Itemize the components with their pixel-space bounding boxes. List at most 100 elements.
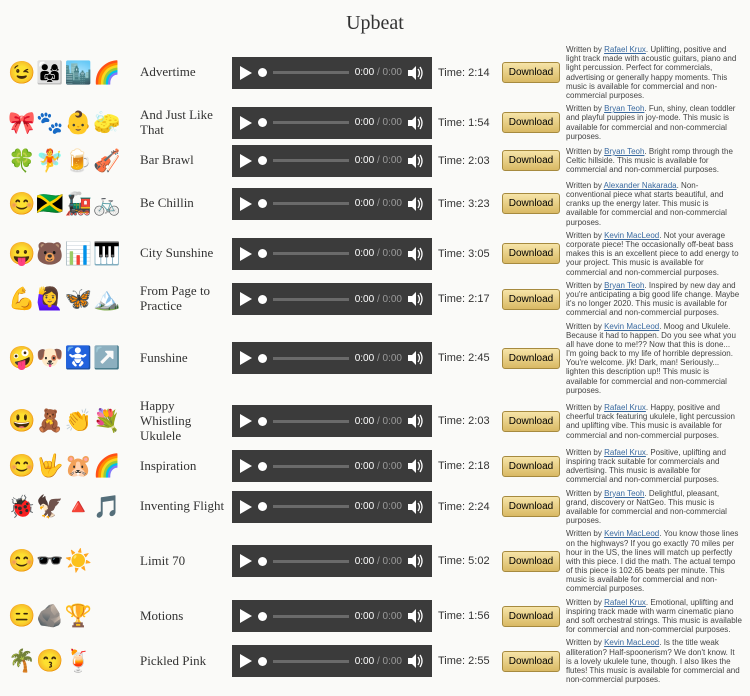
progress-handle[interactable] <box>258 612 267 621</box>
author-link[interactable]: Alexander Nakarada <box>604 181 677 190</box>
progress-bar[interactable] <box>273 71 349 74</box>
play-icon[interactable] <box>240 609 252 623</box>
volume-icon[interactable] <box>408 459 424 473</box>
volume-icon[interactable] <box>408 654 424 668</box>
audio-player[interactable]: 0:00 / 0:00 <box>232 405 432 437</box>
volume-icon[interactable] <box>408 197 424 211</box>
author-link[interactable]: Bryan Teoh <box>604 104 644 113</box>
author-link[interactable]: Kevin MacLeod <box>604 322 659 331</box>
progress-handle[interactable] <box>258 295 267 304</box>
progress-handle[interactable] <box>258 417 267 426</box>
author-link[interactable]: Rafael Krux <box>604 598 646 607</box>
download-button[interactable]: Download <box>502 348 560 369</box>
player-time: 0:00 / 0:00 <box>355 501 402 512</box>
audio-player[interactable]: 0:00 / 0:00 <box>232 57 432 89</box>
progress-handle[interactable] <box>258 557 267 566</box>
progress-bar[interactable] <box>273 465 349 468</box>
play-icon[interactable] <box>240 197 252 211</box>
progress-bar[interactable] <box>273 202 349 205</box>
progress-handle[interactable] <box>258 118 267 127</box>
audio-player[interactable]: 0:00 / 0:00 <box>232 238 432 270</box>
track-description: Written by Rafael Krux. Positive, uplift… <box>566 448 742 485</box>
track-title: Funshine <box>140 351 226 366</box>
play-icon[interactable] <box>240 654 252 668</box>
author-link[interactable]: Kevin MacLeod <box>604 638 659 647</box>
audio-player[interactable]: 0:00 / 0:00 <box>232 645 432 677</box>
progress-handle[interactable] <box>258 199 267 208</box>
author-link[interactable]: Rafael Krux <box>604 403 646 412</box>
progress-handle[interactable] <box>258 68 267 77</box>
progress-bar[interactable] <box>273 560 349 563</box>
track-row: 😊🤟🐹🌈Inspiration0:00 / 0:00Time: 2:18Down… <box>8 448 742 485</box>
download-button[interactable]: Download <box>502 150 560 171</box>
author-link[interactable]: Bryan Teoh <box>604 489 644 498</box>
audio-player[interactable]: 0:00 / 0:00 <box>232 283 432 315</box>
audio-player[interactable]: 0:00 / 0:00 <box>232 342 432 374</box>
audio-player[interactable]: 0:00 / 0:00 <box>232 600 432 632</box>
volume-icon[interactable] <box>408 500 424 514</box>
player-time: 0:00 / 0:00 <box>355 198 402 209</box>
play-icon[interactable] <box>240 459 252 473</box>
audio-player[interactable]: 0:00 / 0:00 <box>232 107 432 139</box>
progress-bar[interactable] <box>273 420 349 423</box>
track-row: 😃🧸👏💐Happy Whistling Ukulele0:00 / 0:00Ti… <box>8 399 742 444</box>
progress-bar[interactable] <box>273 660 349 663</box>
progress-handle[interactable] <box>258 502 267 511</box>
volume-icon[interactable] <box>408 154 424 168</box>
play-icon[interactable] <box>240 154 252 168</box>
download-button[interactable]: Download <box>502 496 560 517</box>
author-link[interactable]: Rafael Krux <box>604 448 646 457</box>
progress-bar[interactable] <box>273 159 349 162</box>
volume-icon[interactable] <box>408 414 424 428</box>
progress-bar[interactable] <box>273 252 349 255</box>
play-icon[interactable] <box>240 500 252 514</box>
download-button[interactable]: Download <box>502 62 560 83</box>
player-time: 0:00 / 0:00 <box>355 611 402 622</box>
download-button[interactable]: Download <box>502 289 560 310</box>
volume-icon[interactable] <box>408 554 424 568</box>
progress-handle[interactable] <box>258 354 267 363</box>
progress-bar[interactable] <box>273 121 349 124</box>
play-icon[interactable] <box>240 414 252 428</box>
audio-player[interactable]: 0:00 / 0:00 <box>232 491 432 523</box>
play-icon[interactable] <box>240 292 252 306</box>
progress-bar[interactable] <box>273 357 349 360</box>
volume-icon[interactable] <box>408 116 424 130</box>
download-button[interactable]: Download <box>502 243 560 264</box>
audio-player[interactable]: 0:00 / 0:00 <box>232 145 432 177</box>
track-duration: Time: 1:54 <box>438 117 496 129</box>
download-button[interactable]: Download <box>502 411 560 432</box>
author-link[interactable]: Bryan Teoh <box>604 147 644 156</box>
download-button[interactable]: Download <box>502 606 560 627</box>
download-button[interactable]: Download <box>502 651 560 672</box>
author-link[interactable]: Bryan Teoh <box>604 281 644 290</box>
play-icon[interactable] <box>240 554 252 568</box>
play-icon[interactable] <box>240 66 252 80</box>
download-button[interactable]: Download <box>502 456 560 477</box>
audio-player[interactable]: 0:00 / 0:00 <box>232 450 432 482</box>
progress-handle[interactable] <box>258 462 267 471</box>
track-row: 🐞🦅🔺🎵Inventing Flight0:00 / 0:00Time: 2:2… <box>8 489 742 526</box>
author-link[interactable]: Kevin MacLeod <box>604 231 659 240</box>
progress-handle[interactable] <box>258 156 267 165</box>
volume-icon[interactable] <box>408 66 424 80</box>
volume-icon[interactable] <box>408 292 424 306</box>
play-icon[interactable] <box>240 247 252 261</box>
volume-icon[interactable] <box>408 351 424 365</box>
play-icon[interactable] <box>240 351 252 365</box>
progress-handle[interactable] <box>258 249 267 258</box>
progress-handle[interactable] <box>258 657 267 666</box>
volume-icon[interactable] <box>408 609 424 623</box>
audio-player[interactable]: 0:00 / 0:00 <box>232 188 432 220</box>
download-button[interactable]: Download <box>502 193 560 214</box>
audio-player[interactable]: 0:00 / 0:00 <box>232 545 432 577</box>
author-link[interactable]: Rafael Krux <box>604 45 646 54</box>
download-button[interactable]: Download <box>502 551 560 572</box>
download-button[interactable]: Download <box>502 112 560 133</box>
volume-icon[interactable] <box>408 247 424 261</box>
progress-bar[interactable] <box>273 505 349 508</box>
progress-bar[interactable] <box>273 615 349 618</box>
author-link[interactable]: Kevin MacLeod <box>604 529 659 538</box>
play-icon[interactable] <box>240 116 252 130</box>
progress-bar[interactable] <box>273 298 349 301</box>
